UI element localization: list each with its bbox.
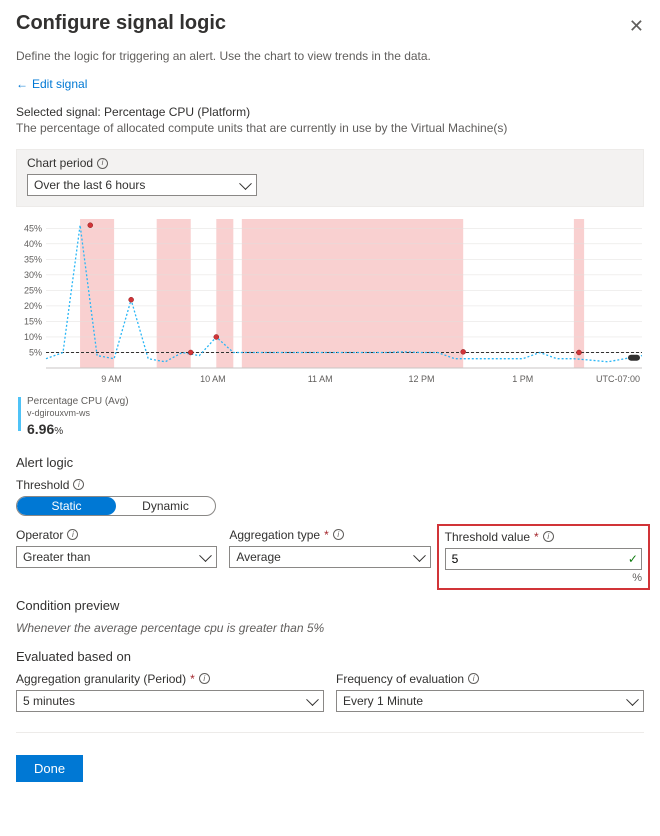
info-icon[interactable]: i (97, 158, 108, 169)
condition-preview-text: Whenever the average percentage cpu is g… (16, 621, 644, 635)
threshold-value-label: Threshold value (445, 530, 530, 544)
threshold-toggle: Static Dynamic (16, 496, 216, 516)
threshold-dynamic-button[interactable]: Dynamic (116, 497, 215, 515)
arrow-left-icon: ← (16, 77, 28, 91)
svg-text:40%: 40% (24, 239, 42, 249)
granularity-label: Aggregation granularity (Period) (16, 672, 186, 686)
legend-metric: Percentage CPU (Avg) (27, 396, 129, 408)
svg-text:9 AM: 9 AM (101, 374, 122, 384)
aggregation-type-select[interactable]: Average (229, 546, 430, 568)
aggregation-type-value: Average (236, 550, 280, 564)
info-icon[interactable]: i (468, 673, 479, 684)
alert-logic-heading: Alert logic (16, 455, 644, 470)
legend-color-bar (18, 397, 21, 431)
granularity-value: 5 minutes (23, 694, 75, 708)
selected-signal-label: Selected signal: Percentage CPU (Platfor… (16, 105, 644, 119)
chart-period-label: Chart period (27, 156, 93, 170)
frequency-label: Frequency of evaluation (336, 672, 464, 686)
condition-preview-heading: Condition preview (16, 598, 644, 613)
threshold-unit: % (445, 572, 642, 584)
done-button[interactable]: Done (16, 755, 83, 782)
granularity-select[interactable]: 5 minutes (16, 690, 324, 712)
svg-text:45%: 45% (24, 223, 42, 233)
threshold-static-button[interactable]: Static (17, 497, 116, 515)
svg-text:UTC-07:00: UTC-07:00 (596, 374, 640, 384)
threshold-value-highlight: Threshold value * i ✓ % (437, 524, 650, 590)
svg-text:10 AM: 10 AM (200, 374, 226, 384)
svg-text:35%: 35% (24, 254, 42, 264)
info-icon[interactable]: i (333, 529, 344, 540)
threshold-value-input[interactable] (445, 548, 642, 570)
svg-text:30%: 30% (24, 270, 42, 280)
info-icon[interactable]: i (199, 673, 210, 684)
chart-period-value: Over the last 6 hours (34, 178, 145, 192)
legend-resource: v-dgirouxvm-ws (27, 408, 129, 419)
frequency-value: Every 1 Minute (343, 694, 423, 708)
required-asterisk: * (534, 530, 539, 544)
operator-select[interactable]: Greater than (16, 546, 217, 568)
info-icon[interactable]: i (543, 531, 554, 542)
svg-text:1 PM: 1 PM (512, 374, 533, 384)
threshold-label: Threshold (16, 478, 69, 492)
svg-text:12 PM: 12 PM (408, 374, 434, 384)
svg-text:5%: 5% (29, 347, 42, 357)
chart-period-select[interactable]: Over the last 6 hours (27, 174, 257, 196)
close-icon[interactable]: ✕ (629, 17, 644, 35)
selected-signal-description: The percentage of allocated compute unit… (16, 121, 644, 135)
evaluated-heading: Evaluated based on (16, 649, 644, 664)
chart-legend: Percentage CPU (Avg) v-dgirouxvm-ws 6.96… (18, 396, 644, 437)
cpu-chart: 5% 10% 15% 20% 25% 30% 35% 40% 45% 9 AM 10 AM 11 AM… (16, 215, 644, 390)
svg-text:11 AM: 11 AM (308, 374, 333, 384)
chart-period-bar: Chart period i Over the last 6 hours (16, 149, 644, 207)
required-asterisk: * (190, 672, 195, 686)
operator-label: Operator (16, 528, 63, 542)
svg-text:20%: 20% (24, 301, 42, 311)
svg-text:10%: 10% (24, 332, 42, 342)
info-icon[interactable]: i (67, 529, 78, 540)
page-subtitle: Define the logic for triggering an alert… (16, 49, 644, 63)
check-icon: ✓ (628, 552, 638, 566)
operator-value: Greater than (23, 550, 90, 564)
info-icon[interactable]: i (73, 479, 84, 490)
page-title: Configure signal logic (16, 12, 226, 35)
frequency-select[interactable]: Every 1 Minute (336, 690, 644, 712)
legend-unit: % (54, 426, 63, 437)
divider (16, 732, 644, 733)
legend-value: 6.96 (27, 421, 54, 437)
svg-text:25%: 25% (24, 285, 42, 295)
edit-signal-label: Edit signal (32, 77, 87, 91)
edit-signal-link[interactable]: ← Edit signal (16, 77, 87, 91)
required-asterisk: * (324, 528, 329, 542)
svg-text:15%: 15% (24, 316, 42, 326)
aggregation-type-label: Aggregation type (229, 528, 320, 542)
